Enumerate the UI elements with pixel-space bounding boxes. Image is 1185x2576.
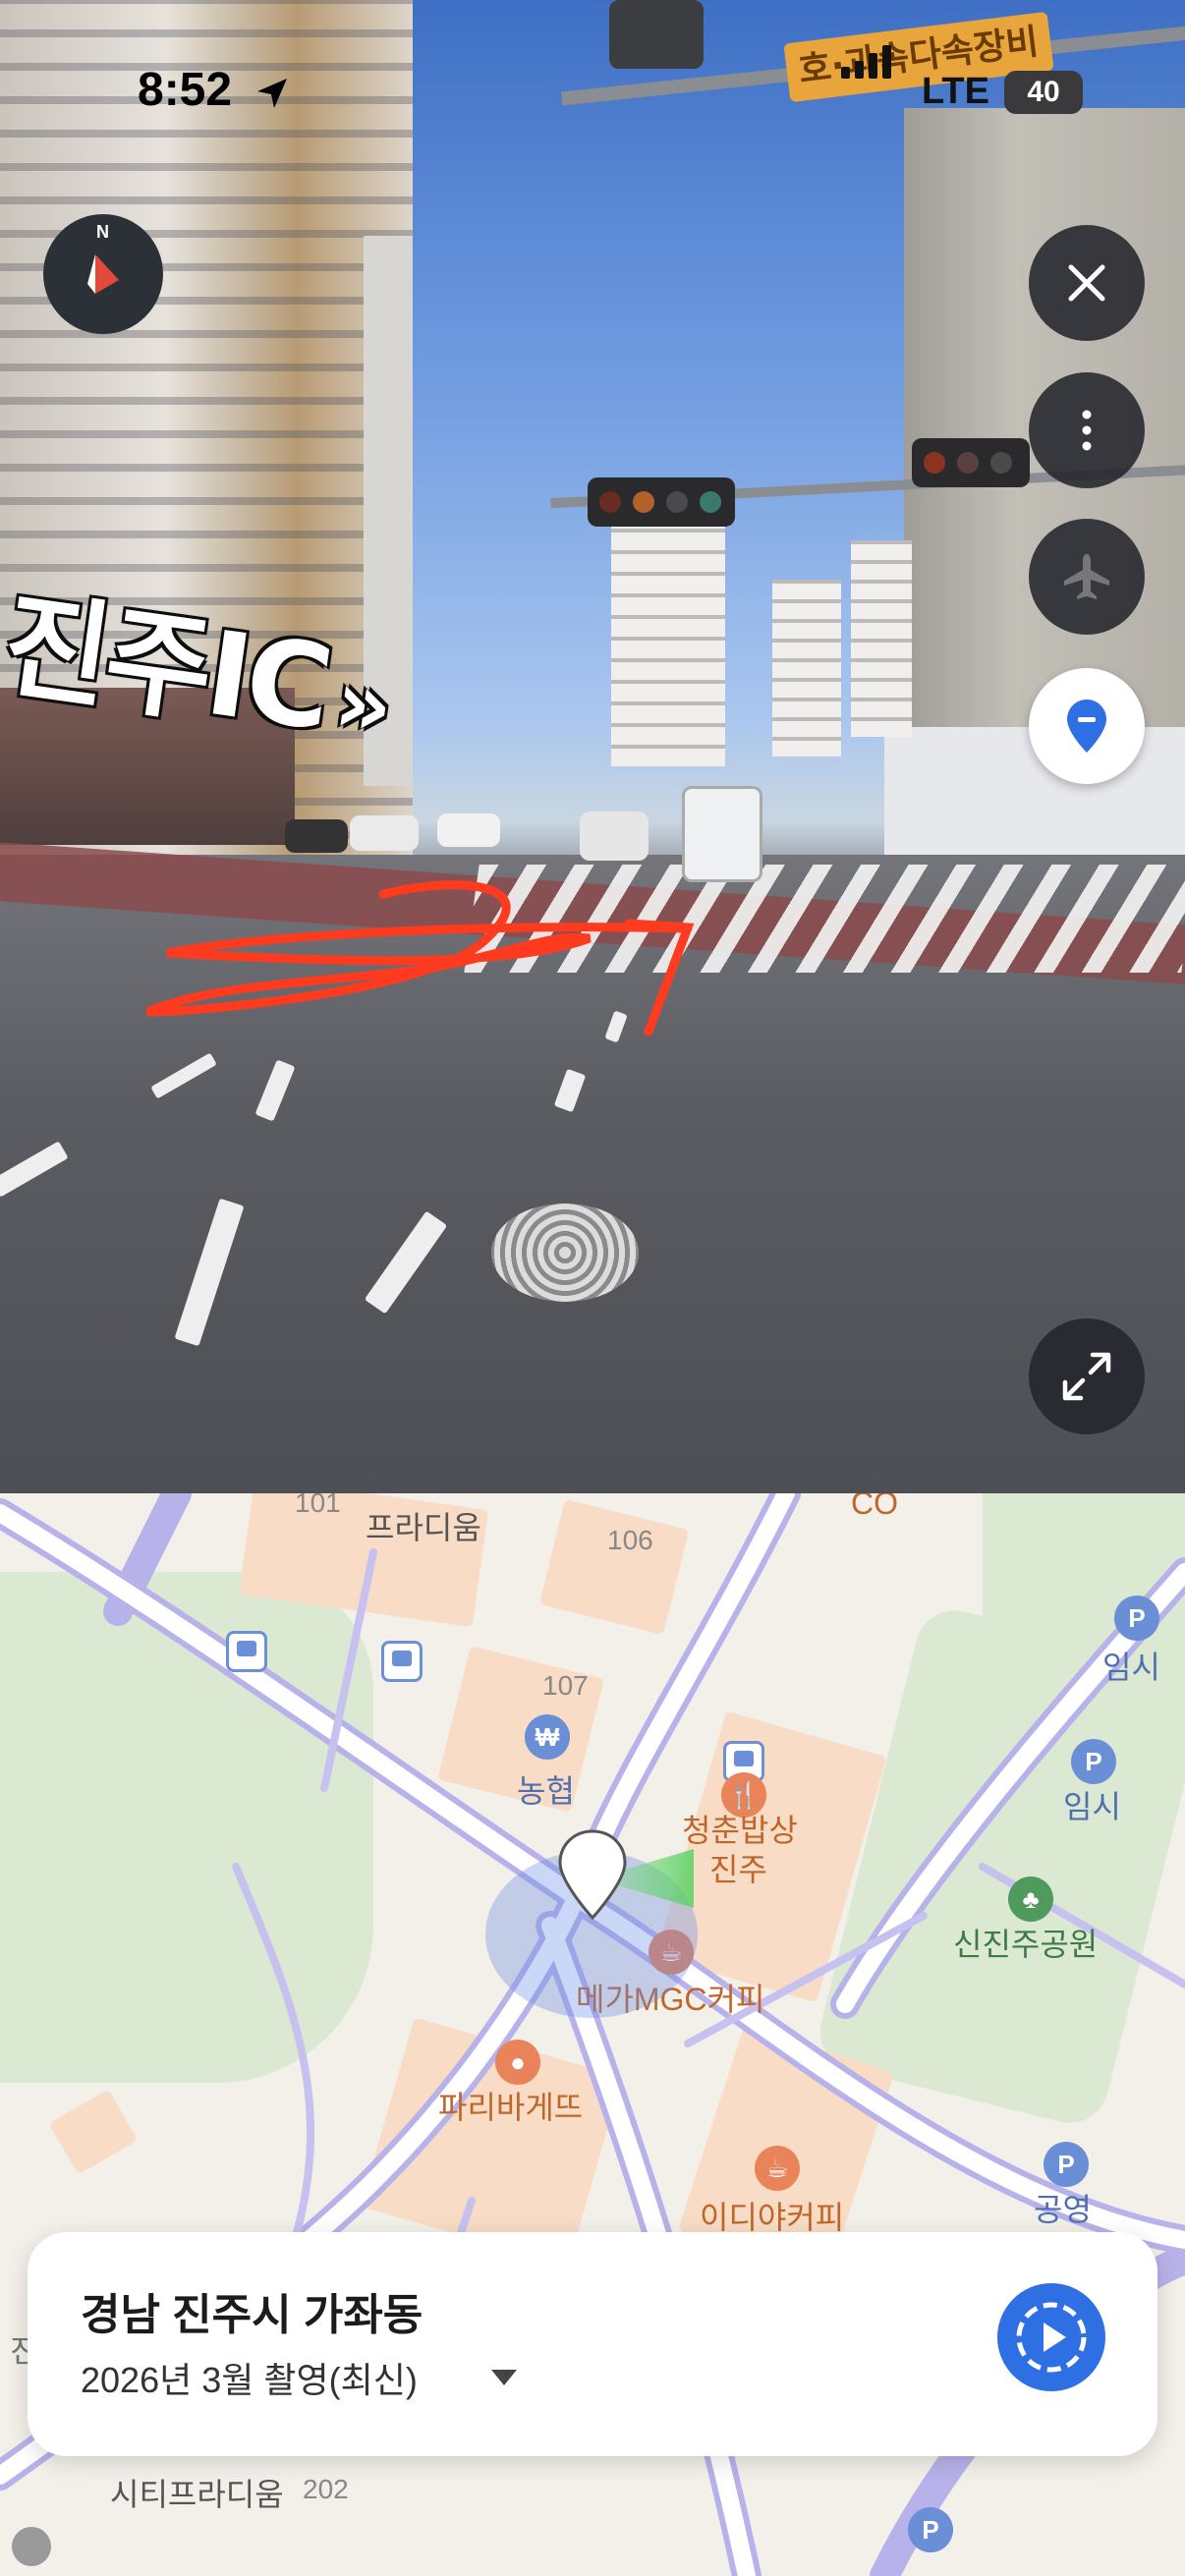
- battery-icon: 40: [1004, 71, 1083, 114]
- map-label-co: CO: [851, 1493, 898, 1521]
- expand-icon: [1062, 1352, 1111, 1401]
- map-pin-button[interactable]: [1029, 668, 1145, 784]
- chevron-down-icon[interactable]: [491, 2370, 517, 2385]
- location-title: 경남 진주시 가좌동: [81, 2291, 423, 2339]
- more-vertical-icon: [1082, 410, 1092, 451]
- map-label-parking3[interactable]: 공영: [1034, 2185, 1092, 2230]
- location-arrow-icon: [257, 79, 287, 108]
- play-history-icon: [1016, 2302, 1087, 2373]
- map-label-parking2[interactable]: 임시: [1063, 1782, 1121, 1827]
- red-arrow-annotation: [145, 880, 695, 1036]
- park-tree-icon: ♣: [1008, 1876, 1053, 1922]
- bus-stop-icon[interactable]: [226, 1631, 267, 1672]
- more-options-button[interactable]: [1029, 372, 1145, 488]
- map-label-park[interactable]: 신진주공원: [953, 1920, 1098, 1965]
- map-label-paris[interactable]: 파리바게뜨: [438, 2083, 583, 2128]
- map-label-restaurant-sub: 진주: [709, 1852, 767, 1887]
- map-label-paradium[interactable]: 프라디움: [366, 1503, 481, 1548]
- aerial-view-button[interactable]: [1029, 519, 1145, 635]
- map-pin-icon: [1067, 700, 1106, 753]
- close-icon: [1068, 264, 1105, 302]
- bus-stop-icon[interactable]: [381, 1641, 423, 1682]
- cafe-icon: ☕: [755, 2146, 800, 2191]
- capture-date-selector[interactable]: 2026년 3월 촬영(최신): [81, 2352, 418, 2403]
- building-number: 202: [303, 2474, 349, 2504]
- map-label-city-paradium[interactable]: 시티프라디움: [110, 2470, 284, 2515]
- bakery-icon: ●: [495, 2040, 540, 2085]
- manhole-cover: [491, 1204, 639, 1302]
- parking-icon: P: [908, 2507, 953, 2552]
- location-info-card[interactable]: 경남 진주시 가좌동 2026년 3월 촬영(최신): [28, 2232, 1157, 2456]
- bank-icon: ₩: [525, 1714, 570, 1760]
- map-label-parking1[interactable]: 임시: [1102, 1643, 1160, 1688]
- parking-icon: P: [1044, 2142, 1089, 2187]
- street-view-panorama[interactable]: 호·과속다속장비 진주IC» 8:52 LTE 40 N: [0, 0, 1185, 1493]
- map-label-nonghyup[interactable]: 농협: [517, 1766, 575, 1812]
- building-number: 107: [542, 1670, 589, 1701]
- compass-north-label: N: [96, 222, 109, 242]
- compass-needle-icon: [87, 254, 119, 294]
- parking-icon: P: [1071, 1739, 1116, 1784]
- current-position-pin: [558, 1829, 627, 1921]
- status-time: 8:52: [138, 64, 233, 116]
- close-button[interactable]: [1029, 225, 1145, 341]
- expand-button[interactable]: [1029, 1318, 1145, 1434]
- network-type: LTE: [922, 71, 989, 112]
- parking-icon: P: [1114, 1596, 1159, 1641]
- time-travel-play-button[interactable]: [997, 2283, 1105, 2391]
- building-number: 101: [295, 1493, 341, 1518]
- compass-button[interactable]: N: [43, 214, 163, 334]
- building-number: 106: [607, 1525, 653, 1555]
- airplane-icon: [1064, 554, 1109, 599]
- home-marker-icon: [12, 2527, 51, 2566]
